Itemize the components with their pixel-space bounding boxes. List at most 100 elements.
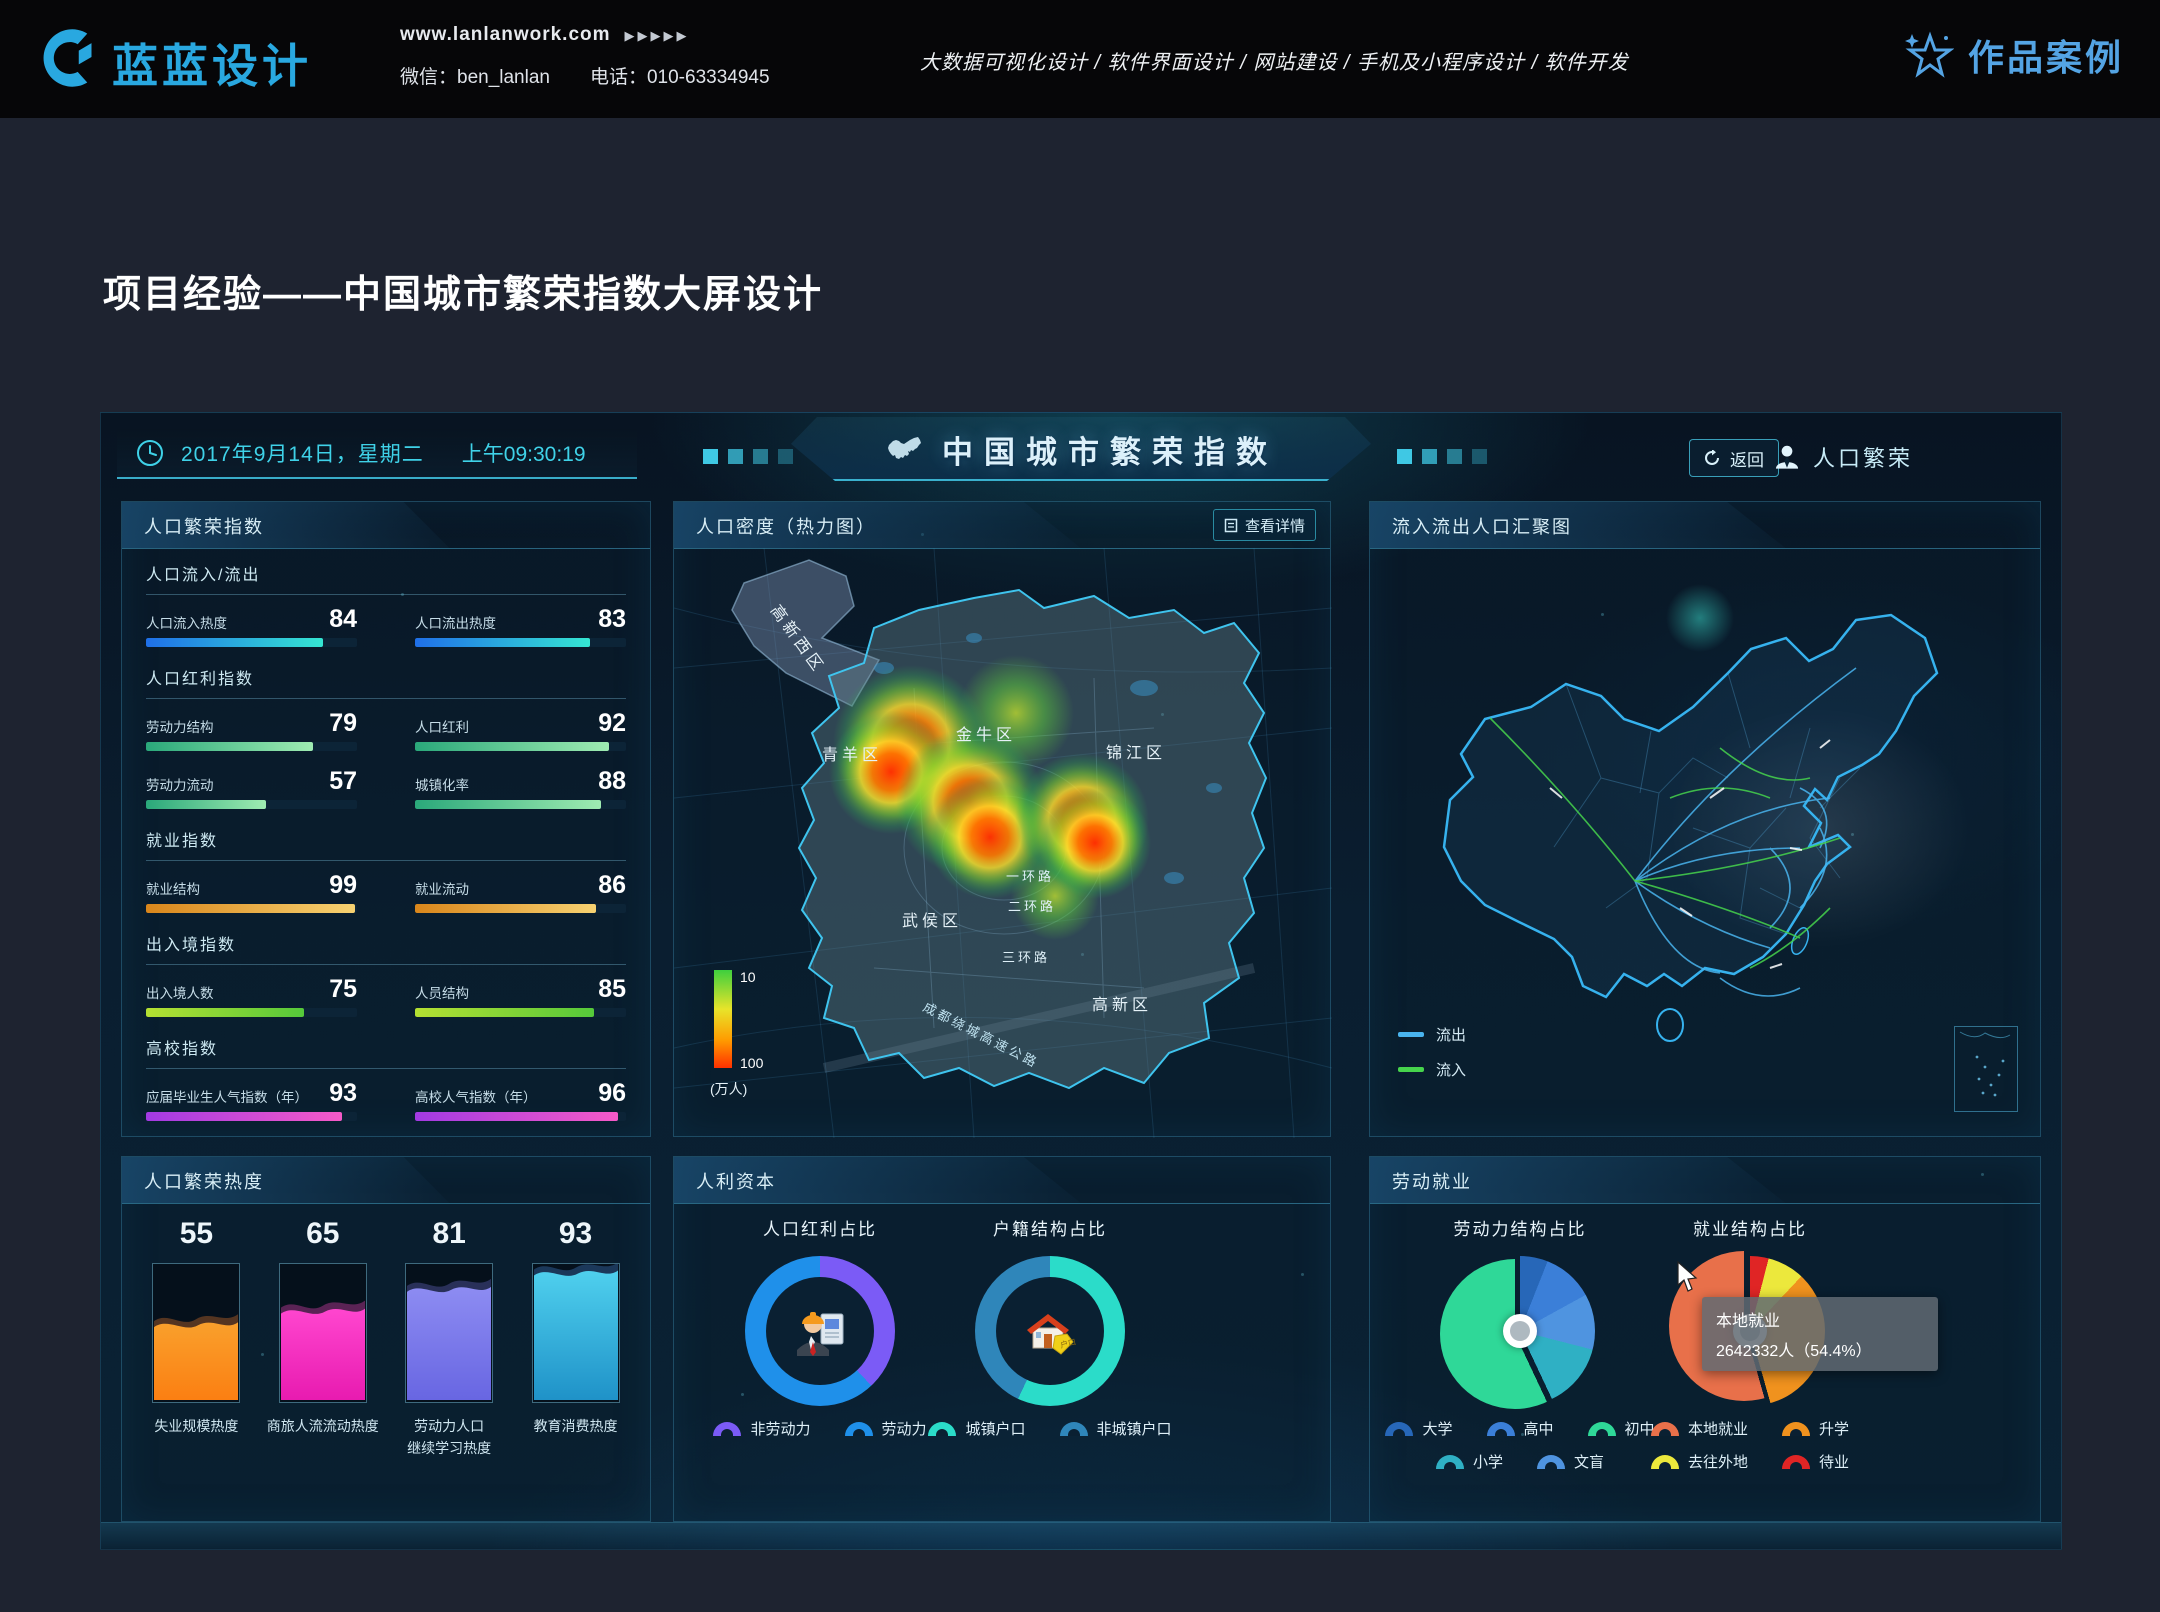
- back-button[interactable]: 返回: [1689, 439, 1779, 477]
- panel-title: 人利资本: [696, 1168, 776, 1194]
- metric-labor-structure: 劳动力结构79: [146, 711, 357, 751]
- dividend-donut-chart[interactable]: [745, 1256, 895, 1406]
- arrows-icon: ▶▶▶▶▶: [625, 28, 690, 43]
- household-donut-chart[interactable]: 户口: [975, 1256, 1125, 1406]
- section-employment-index: 就业指数 就业结构99 就业流动86: [122, 827, 650, 919]
- clock-icon: [135, 438, 165, 468]
- chart-demographic-dividend-ratio: 人口红利占比: [710, 1215, 930, 1439]
- legend-local-employment[interactable]: 本地就业: [1651, 1418, 1748, 1439]
- metric-population-dividend: 人口红利92: [415, 711, 626, 751]
- brand-contact-block: www.lanlanwork.com ▶▶▶▶▶ 微信：ben_lanlan 电话：…: [400, 24, 770, 89]
- phone-label: 电话：010-63334945: [590, 67, 770, 88]
- labor-structure-pie[interactable]: [1445, 1256, 1595, 1406]
- pie-tooltip: 本地就业 2642332人（54.4%）: [1702, 1297, 1938, 1371]
- metric-employment-structure: 就业结构99: [146, 873, 357, 913]
- svg-text:二环路: 二环路: [1008, 899, 1056, 914]
- legend-highschool[interactable]: 高中: [1487, 1418, 1554, 1439]
- panel-title: 劳动就业: [1392, 1168, 1472, 1194]
- section-title: 人口红利指数: [146, 665, 626, 689]
- brand-logo-text[interactable]: 蓝蓝设计: [112, 30, 312, 96]
- time-label: 上午09:30:19: [462, 438, 586, 468]
- panel-title: 人口密度（热力图）: [696, 513, 876, 539]
- legend-min: 10: [740, 969, 756, 985]
- section-title: 出入境指数: [146, 931, 626, 955]
- district-label: 青羊区: [822, 746, 882, 764]
- legend-non-urban-hukou[interactable]: 非城镇户口: [1060, 1418, 1172, 1439]
- outflow-line-swatch: [1398, 1032, 1424, 1037]
- district-label: 高新区: [1092, 996, 1152, 1014]
- star-icon: [1900, 28, 1954, 82]
- heat-bar-education-consumption[interactable]: 93 教育消费热度: [516, 1203, 636, 1460]
- website-link[interactable]: www.lanlanwork.com: [400, 24, 611, 45]
- view-details-button[interactable]: 查看详情: [1213, 509, 1316, 541]
- panel-population-prosperity-index: 人口繁荣指数 人口流入/流出 人口流入热度84 人口流出热度83 人口红利: [121, 501, 651, 1137]
- south-china-sea-inset: [1954, 1026, 2018, 1112]
- district-label: 锦江区: [1106, 744, 1166, 762]
- section-entry-exit-index: 出入境指数 出入境人数75 人员结构85: [122, 931, 650, 1023]
- wechat-label: 微信：ben_lanlan: [400, 67, 550, 88]
- person-icon: [1773, 443, 1801, 471]
- metric-outflow-heat: 人口流出热度83: [415, 607, 626, 647]
- city-heatmap[interactable]: 青羊区 金牛区 锦江区 武侯区 高新区 高新西区 一环路 二环路 三环路 成都绕…: [674, 548, 1332, 1138]
- heat-bar-business-travel[interactable]: 65 商旅人流流动热度: [263, 1203, 383, 1460]
- liquid-gauge: [532, 1263, 620, 1403]
- legend-illiterate[interactable]: 文盲: [1537, 1451, 1604, 1472]
- section-demographic-dividend: 人口红利指数 劳动力结构79 人口红利92 劳动力流动57: [122, 665, 650, 815]
- district-label: 金牛区: [956, 726, 1016, 744]
- china-flow-map[interactable]: [1370, 548, 2042, 1138]
- lanlan-logo-icon[interactable]: [32, 24, 100, 92]
- user-label: 人口繁荣: [1813, 441, 1913, 473]
- portfolio-nav[interactable]: 作品案例: [1900, 28, 2124, 82]
- district-label: 武侯区: [902, 912, 962, 930]
- svg-text:三环路: 三环路: [1002, 950, 1050, 965]
- panel-inflow-outflow-map: 流入流出人口汇聚图: [1369, 501, 2041, 1137]
- panel-title: 流入流出人口汇聚图: [1392, 513, 1572, 539]
- metric-entry-exit-count: 出入境人数75: [146, 977, 357, 1017]
- section-title: 高校指数: [146, 1035, 626, 1059]
- legend-university[interactable]: 大学: [1385, 1418, 1452, 1439]
- inflow-line-swatch: [1398, 1067, 1424, 1072]
- metric-personnel-structure: 人员结构85: [415, 977, 626, 1017]
- metric-employment-flow: 就业流动86: [415, 873, 626, 913]
- section-title: 就业指数: [146, 827, 626, 851]
- back-label: 返回: [1730, 446, 1764, 471]
- dashboard-header: 2017年9月14日，星期二 上午09:30:19 中国城市繁荣指数 返回 人口: [101, 413, 2061, 501]
- legend-non-labor[interactable]: 非劳动力: [713, 1418, 810, 1439]
- document-icon: [1224, 518, 1238, 533]
- legend-further-study[interactable]: 升学: [1782, 1418, 1849, 1439]
- dashboard-screenshot: 2017年9月14日，星期二 上午09:30:19 中国城市繁荣指数 返回 人口: [100, 412, 2062, 1550]
- legend-item-outflow[interactable]: 流出: [1398, 1024, 1466, 1045]
- metric-college-popularity: 高校人气指数（年）96: [415, 1081, 626, 1121]
- services-list: 大数据可视化设计 / 软件界面设计 / 网站建设 / 手机及小程序设计 / 软件…: [920, 46, 1800, 75]
- portfolio-label[interactable]: 作品案例: [1968, 29, 2124, 81]
- legend-primaryschool[interactable]: 小学: [1436, 1451, 1503, 1472]
- panel-labor-employment: 劳动就业 劳动力结构占比 大学 高中 初中 小学 文盲: [1369, 1156, 2041, 1522]
- liquid-gauge: [279, 1263, 367, 1403]
- legend-urban-hukou[interactable]: 城镇户口: [928, 1418, 1025, 1439]
- worker-icon: [791, 1302, 849, 1360]
- nebula-glow: [1666, 584, 1734, 652]
- squares-decoration-right: [1397, 449, 1487, 464]
- legend-item-inflow[interactable]: 流入: [1398, 1059, 1466, 1080]
- metric-labor-flow: 劳动力流动57: [146, 769, 357, 809]
- hainan-island: [1657, 1009, 1683, 1041]
- dashboard-title: 中国城市繁荣指数: [942, 427, 1278, 472]
- user-menu[interactable]: 人口繁荣: [1773, 441, 1913, 473]
- panel-population-density-heatmap: 人口密度（热力图） 查看详情: [673, 501, 1331, 1137]
- panel-title: 人口繁荣指数: [144, 513, 264, 539]
- metric-graduate-popularity: 应届毕业生人气指数（年）93: [146, 1081, 357, 1121]
- heat-bar-continuing-education[interactable]: 81 劳动力人口继续学习热度: [389, 1203, 509, 1460]
- pie-center-ring: [1503, 1314, 1537, 1348]
- site-header: 蓝蓝设计 www.lanlanwork.com ▶▶▶▶▶ 微信：ben_lanl…: [0, 0, 2160, 118]
- metric-inflow-heat: 人口流入热度84: [146, 607, 357, 647]
- legend-unemployed[interactable]: 待业: [1782, 1451, 1849, 1472]
- legend-max: 100: [740, 1055, 764, 1071]
- section-college-index: 高校指数 应届毕业生人气指数（年）93 高校人气指数（年）96: [122, 1035, 650, 1127]
- legend-relocated[interactable]: 去往外地: [1651, 1451, 1748, 1472]
- legend-labor[interactable]: 劳动力: [845, 1418, 927, 1439]
- datetime-box: 2017年9月14日，星期二 上午09:30:19: [117, 429, 637, 479]
- panel-population-prosperity-heat: 人口繁荣热度 55 失业规模热度 65 商旅人流流动热: [121, 1156, 651, 1522]
- mouse-cursor: [1676, 1261, 1700, 1293]
- house-icon: 户口: [1021, 1302, 1079, 1360]
- heat-bar-unemployment[interactable]: 55 失业规模热度: [136, 1203, 256, 1460]
